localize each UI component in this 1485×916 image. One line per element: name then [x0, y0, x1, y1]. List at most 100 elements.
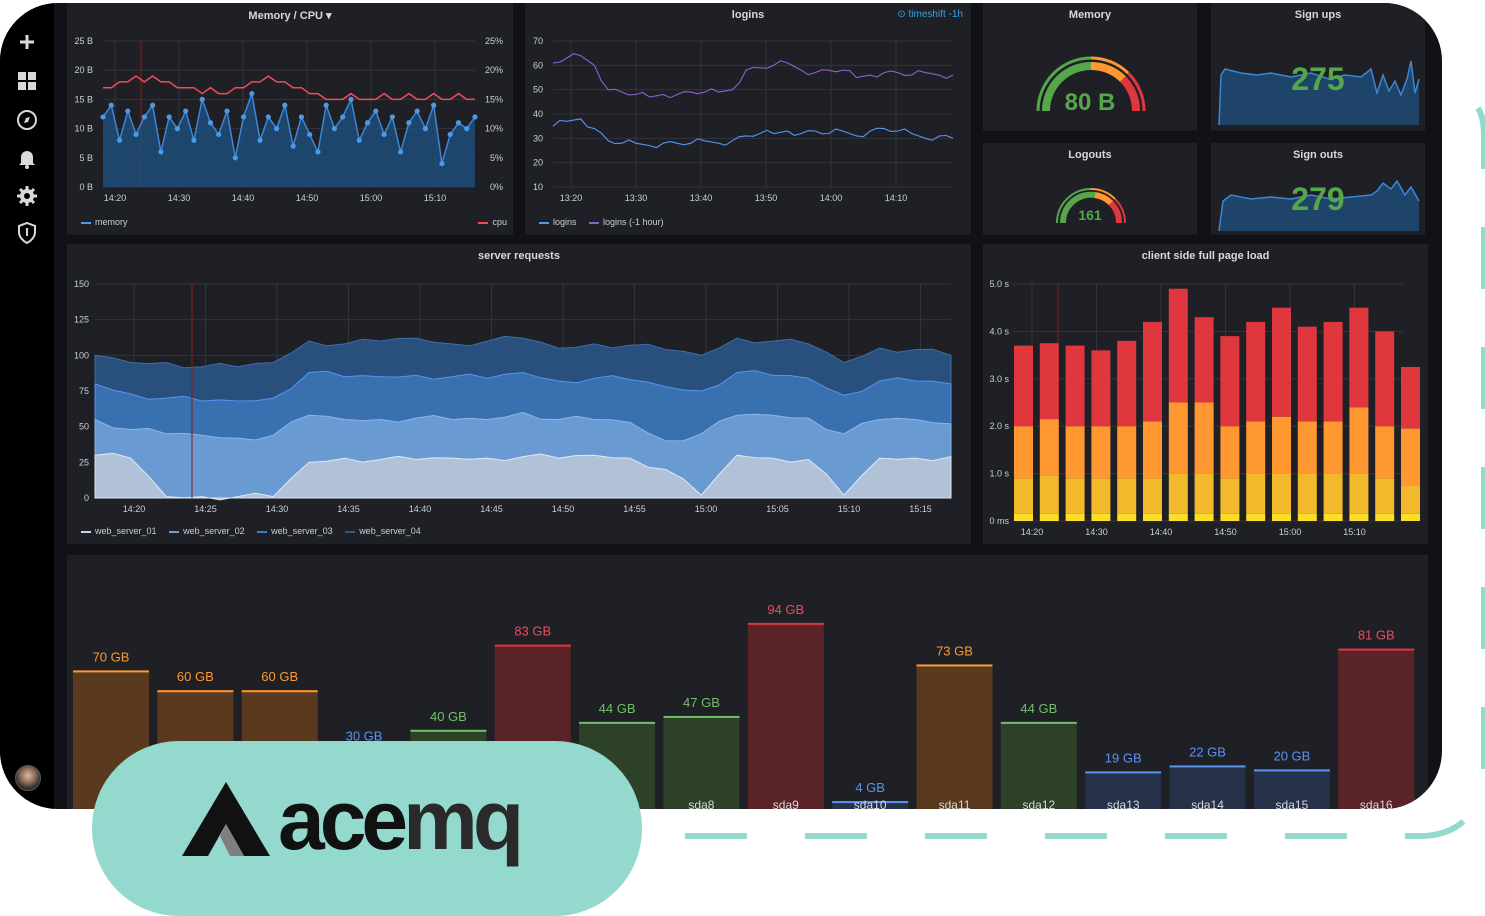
- y-tick-label: 10 B: [74, 124, 93, 134]
- page-load-bar-segment: [1194, 473, 1214, 514]
- y2-tick-label: 5%: [490, 153, 503, 163]
- memory-point: [224, 108, 230, 114]
- memory-point: [364, 120, 371, 126]
- disk-bar-top: [579, 721, 656, 724]
- page-load-bar-segment: [1272, 307, 1291, 417]
- disk-bar-top: [747, 622, 824, 625]
- page-load-bar-segment: [1375, 331, 1395, 427]
- disk-value-label: 44 GB: [1020, 701, 1057, 716]
- y-tick-label: 5 B: [79, 153, 93, 163]
- y-tick-label: 3.0 s: [989, 374, 1009, 384]
- x-tick-label: 14:20: [123, 504, 146, 514]
- memory-point: [455, 120, 462, 126]
- y-tick-label: 15 B: [74, 94, 93, 104]
- memory-point: [307, 131, 313, 138]
- x-tick-label: 15:00: [360, 193, 383, 203]
- server-requests-chart: 150 125 100 75 50 25 0 14:20 14:25 14:30 14:35 14:4…: [74, 279, 952, 514]
- page-load-bar-segment: [1401, 513, 1420, 521]
- y-tick-label: 50: [79, 422, 89, 432]
- memory-point: [323, 102, 329, 108]
- x-tick-label: 14:40: [1150, 527, 1173, 537]
- logins-chart: 70 60 50 40 30 20 10 13:20 13:30 13:40 13:50 14:00 1…: [533, 36, 954, 203]
- memory-point: [447, 131, 453, 138]
- dashboards-icon[interactable]: [15, 69, 39, 93]
- y2-tick-label: 0%: [490, 182, 503, 192]
- memory-point: [133, 131, 139, 138]
- page-load-bar-segment: [1168, 513, 1188, 521]
- disk-value-label: 60 GB: [177, 669, 214, 684]
- page-load-bar-segment: [1168, 473, 1188, 514]
- disk-name-label: sda10: [854, 798, 887, 809]
- panel-signups: Sign ups 275: [1211, 3, 1425, 131]
- memory-point: [406, 120, 412, 126]
- memory-point: [150, 102, 156, 108]
- panel-logouts-gauge: Logouts 161: [983, 143, 1197, 235]
- memory-point: [439, 161, 445, 167]
- page-load-bar-segment: [1297, 326, 1317, 422]
- y-tick-label: 30: [533, 133, 543, 143]
- page-load-bar-segment: [1349, 513, 1369, 521]
- page-load-bar-segment: [1375, 513, 1395, 521]
- panel-memory-gauge: Memory 80 B: [983, 3, 1197, 131]
- disk-name-label: sda11: [939, 798, 971, 809]
- shield-icon[interactable]: [15, 221, 39, 245]
- disk-name-label: sda15: [1276, 798, 1309, 809]
- logins-prev-hour-line: [552, 53, 954, 99]
- page-load-bar-segment: [1168, 288, 1188, 403]
- x-tick-label: 15:10: [424, 193, 447, 203]
- plus-icon[interactable]: [15, 30, 39, 54]
- page-load-bar-segment: [1014, 478, 1033, 514]
- disk-bar: [916, 664, 993, 809]
- disk-value-label: 4 GB: [855, 780, 885, 795]
- page-load-bar-segment: [1272, 513, 1291, 521]
- page-load-bar-segment: [1014, 345, 1033, 427]
- page-load-bar-segment: [1143, 421, 1162, 479]
- disk-bar-top: [73, 670, 149, 673]
- page-load-bar-segment: [1297, 473, 1317, 514]
- legend-servers[interactable]: web_server_01 web_server_02 web_server_0…: [81, 526, 431, 536]
- page-load-bar-segment: [1220, 513, 1240, 521]
- y-tick-label: 60: [533, 60, 543, 70]
- y-tick-label: 10: [533, 182, 543, 192]
- x-tick-label: 14:50: [552, 504, 575, 514]
- y2-tick-label: 10%: [485, 124, 503, 134]
- y-tick-label: 25 B: [74, 36, 93, 46]
- page-load-bar-segment: [1272, 473, 1291, 514]
- memory-point: [174, 126, 180, 132]
- avatar[interactable]: [15, 765, 41, 791]
- settings-icon[interactable]: [15, 184, 39, 208]
- brand-wordmark: acemq: [278, 773, 524, 867]
- brand-logo-icon: [182, 782, 270, 856]
- dashboard-frame: Memory / CPU ▾ 25 B 25% 20 B 20% 15 B 15% 10 B…: [0, 3, 1442, 809]
- page-load-bar-segment: [1091, 513, 1111, 521]
- page-load-bar-segment: [1117, 513, 1137, 521]
- page-load-bar-segment: [1323, 421, 1343, 474]
- page-load-bar-segment: [1246, 473, 1266, 514]
- memory-point: [472, 114, 478, 120]
- page-load-bar-segment: [1117, 340, 1137, 427]
- memory-point: [274, 126, 280, 132]
- x-tick-label: 15:00: [1279, 527, 1302, 537]
- legend-logins[interactable]: logins logins (-1 hour): [539, 217, 674, 227]
- explore-icon[interactable]: [15, 108, 39, 132]
- disk-value-label: 19 GB: [1105, 750, 1142, 765]
- page-load-bar-segment: [1349, 473, 1369, 514]
- page-load-bar-segment: [1323, 321, 1343, 422]
- page-load-bar-segment: [1349, 407, 1369, 474]
- memory-point: [216, 131, 222, 138]
- memory-value: 80 B: [1064, 89, 1116, 116]
- page-load-bar-segment: [1117, 478, 1137, 514]
- disk-bar: [1000, 721, 1077, 809]
- y-tick-label: 75: [79, 386, 89, 396]
- legend-memory[interactable]: memory: [81, 217, 128, 227]
- disk-bar-top: [916, 664, 993, 667]
- signouts-value: 279: [1291, 181, 1345, 217]
- alerts-icon[interactable]: [15, 146, 39, 170]
- page-load-bar-segment: [1143, 513, 1162, 521]
- x-tick-label: 13:50: [755, 193, 778, 203]
- disk-bar-top: [410, 729, 487, 732]
- memory-point: [183, 108, 189, 114]
- x-tick-label: 14:45: [480, 504, 503, 514]
- legend-cpu[interactable]: cpu: [478, 217, 507, 227]
- y-tick-label: 20 B: [74, 65, 93, 75]
